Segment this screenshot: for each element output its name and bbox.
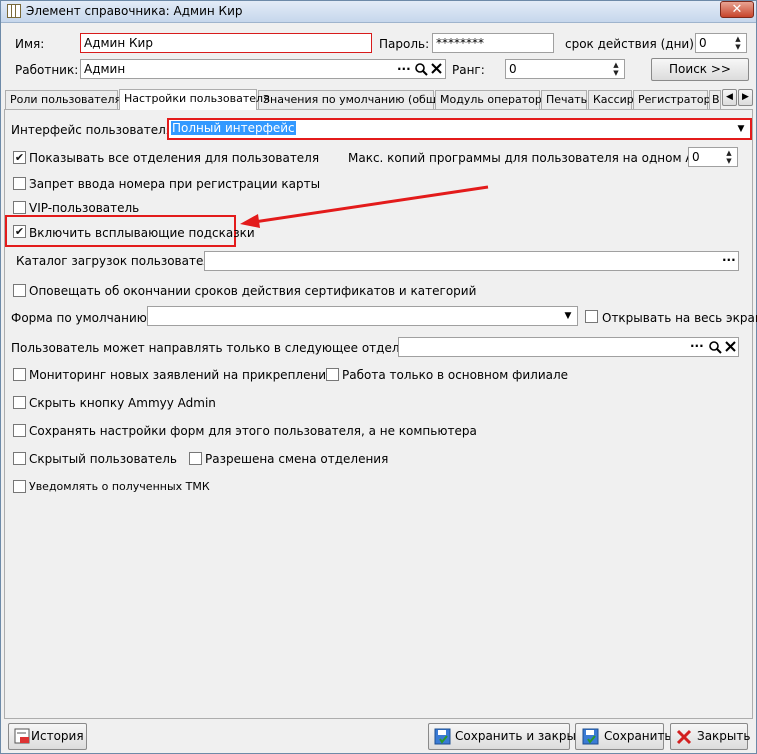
history-button[interactable]: История	[8, 723, 87, 750]
redirect-clear-icon[interactable]	[724, 340, 737, 353]
downloads-catalog-label: Каталог загрузок пользователя:	[16, 254, 223, 268]
worker-ellipsis-icon[interactable]: ···	[397, 62, 411, 76]
allow-dept-change-checkbox[interactable]	[189, 452, 202, 465]
tab-operator-module[interactable]: Модуль оператора	[435, 90, 549, 109]
rank-stepper[interactable]: 0 ▲ ▼	[505, 59, 625, 79]
show-all-departments-checkbox[interactable]: ✔	[13, 151, 26, 164]
worker-label: Работник:	[15, 63, 79, 77]
max-copies-label: Макс. копий программы для пользователя н…	[348, 151, 716, 165]
interface-label: Интерфейс пользователя:	[11, 123, 178, 137]
name-label: Имя:	[15, 37, 45, 51]
history-icon	[14, 728, 31, 745]
search-button[interactable]: Поиск >>	[651, 58, 749, 81]
ban-card-number-checkbox[interactable]	[13, 177, 26, 190]
save-and-close-button[interactable]: Сохранить и закрыть	[428, 723, 590, 750]
close-button[interactable]: Закрыть	[670, 723, 751, 750]
enable-tooltips-checkbox[interactable]: ✔	[13, 225, 26, 238]
max-copies-value: 0	[692, 150, 700, 164]
tab-user-settings[interactable]: Настройки пользователя	[119, 89, 270, 110]
tab-cashier[interactable]: Кассир	[588, 90, 634, 109]
save-and-close-icon	[434, 728, 451, 745]
monitoring-label: Мониторинг новых заявлений на прикреплен…	[29, 368, 334, 382]
main-branch-only-label: Работа только в основном филиале	[342, 368, 569, 382]
show-all-departments-label: Показывать все отделения для пользовател…	[29, 151, 320, 165]
redirect-label: Пользователь может направлять только в с…	[11, 341, 434, 355]
monitoring-checkbox[interactable]	[13, 368, 26, 381]
save-button[interactable]: Сохранить	[575, 723, 672, 750]
notify-expiry-checkbox[interactable]	[13, 284, 26, 297]
tab-print[interactable]: Печать	[541, 90, 587, 109]
downloads-catalog-field[interactable]	[204, 251, 739, 271]
hidden-user-label: Скрытый пользователь	[29, 452, 177, 466]
interface-chevron-down-icon[interactable]: ▼	[734, 122, 748, 136]
save-icon	[582, 728, 599, 745]
vip-user-checkbox[interactable]	[13, 201, 26, 214]
notify-expiry-label: Оповещать об окончании сроков действия с…	[29, 284, 477, 298]
worker-search-icon[interactable]	[414, 62, 428, 76]
max-copies-stepper[interactable]: 0 ▲ ▼	[688, 147, 738, 167]
term-spin-icon[interactable]: ▲ ▼	[731, 35, 745, 51]
max-copies-spin-icon[interactable]: ▲ ▼	[722, 149, 736, 165]
main-branch-only-checkbox[interactable]	[326, 368, 339, 381]
hide-ammyy-label: Скрыть кнопку Ammyy Admin	[29, 396, 216, 410]
interface-select[interactable]: Полный интерфейс ▼	[167, 118, 752, 140]
default-form-label: Форма по умолчанию:	[11, 311, 151, 325]
tab-truncated[interactable]: В	[709, 90, 721, 109]
open-fullscreen-checkbox[interactable]	[585, 310, 598, 323]
save-label: Сохранить	[604, 729, 672, 743]
tab-defaults-common[interactable]: Значения по умолчанию (общие)	[258, 90, 454, 109]
default-form-chevron-down-icon[interactable]: ▼	[561, 309, 575, 323]
term-stepper[interactable]: 0 ▲ ▼	[695, 33, 747, 53]
interface-value: Полный интерфейс	[171, 121, 296, 135]
notify-tmk-checkbox[interactable]	[13, 480, 26, 493]
name-field[interactable]: Админ Кир	[80, 33, 372, 53]
tab-scroll-right-icon[interactable]: ▶	[738, 89, 753, 106]
settings-tabs: Роли пользователя Настройки пользователя…	[5, 89, 753, 110]
history-label: История	[31, 729, 84, 743]
save-form-settings-label: Сохранять настройки форм для этого польз…	[29, 424, 477, 438]
downloads-catalog-ellipsis-icon[interactable]: ···	[722, 253, 736, 267]
term-value: 0	[699, 36, 707, 50]
tab-registrar[interactable]: Регистратор	[633, 90, 711, 109]
term-label: срок действия (дни):	[565, 37, 698, 51]
hidden-user-checkbox[interactable]	[13, 452, 26, 465]
worker-value: Админ	[84, 62, 126, 76]
vip-user-label: VIP-пользователь	[29, 201, 140, 215]
redirect-search-icon[interactable]	[708, 340, 722, 354]
hide-ammyy-checkbox[interactable]	[13, 396, 26, 409]
window-close-button[interactable]: ✕	[720, 1, 754, 18]
allow-dept-change-label: Разрешена смена отделения	[205, 452, 389, 466]
rank-value: 0	[509, 62, 517, 76]
open-fullscreen-label: Открывать на весь экран	[602, 311, 757, 325]
rank-label: Ранг:	[452, 63, 485, 77]
app-icon	[7, 4, 21, 18]
worker-field[interactable]: Админ	[80, 59, 446, 79]
enable-tooltips-label: Включить всплывающие подсказки	[29, 226, 255, 240]
redirect-ellipsis-icon[interactable]: ···	[690, 339, 704, 353]
worker-clear-icon[interactable]	[430, 62, 443, 75]
redirect-field[interactable]	[398, 337, 739, 357]
rank-spin-icon[interactable]: ▲ ▼	[609, 61, 623, 77]
window-title: Элемент справочника: Админ Кир	[26, 4, 243, 18]
default-form-select[interactable]: ▼	[147, 306, 578, 326]
tab-user-roles[interactable]: Роли пользователя	[5, 90, 121, 109]
password-field[interactable]: ********	[432, 33, 554, 53]
close-icon	[676, 729, 692, 745]
notify-tmk-label: Уведомлять о полученных ТМК	[29, 480, 210, 493]
tab-scroll-left-icon[interactable]: ◀	[722, 89, 737, 106]
save-form-settings-checkbox[interactable]	[13, 424, 26, 437]
password-label: Пароль:	[379, 37, 430, 51]
save-and-close-label: Сохранить и закрыть	[455, 729, 591, 743]
annotation-arrow-icon	[240, 185, 489, 228]
close-label: Закрыть	[697, 729, 751, 743]
